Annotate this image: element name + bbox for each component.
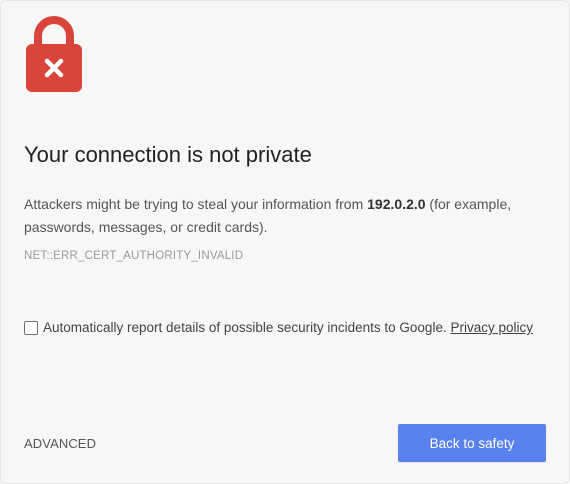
report-option: Automatically report details of possible… <box>24 314 549 342</box>
back-to-safety-button[interactable]: Back to safety <box>398 424 546 462</box>
privacy-policy-link[interactable]: Privacy policy <box>450 320 533 335</box>
error-code: NET::ERR_CERT_AUTHORITY_INVALID <box>24 250 244 262</box>
warning-description: Attackers might be trying to steal your … <box>24 193 544 239</box>
report-checkbox[interactable] <box>24 321 38 335</box>
description-prefix: Attackers might be trying to steal your … <box>24 196 368 212</box>
interstitial-page: Your connection is not private Attackers… <box>0 0 570 484</box>
advanced-button[interactable]: ADVANCED <box>24 436 96 451</box>
lock-error-icon <box>26 16 82 92</box>
page-title: Your connection is not private <box>24 142 312 167</box>
report-label: Automatically report details of possible… <box>43 320 451 335</box>
host-address: 192.0.2.0 <box>367 196 426 212</box>
